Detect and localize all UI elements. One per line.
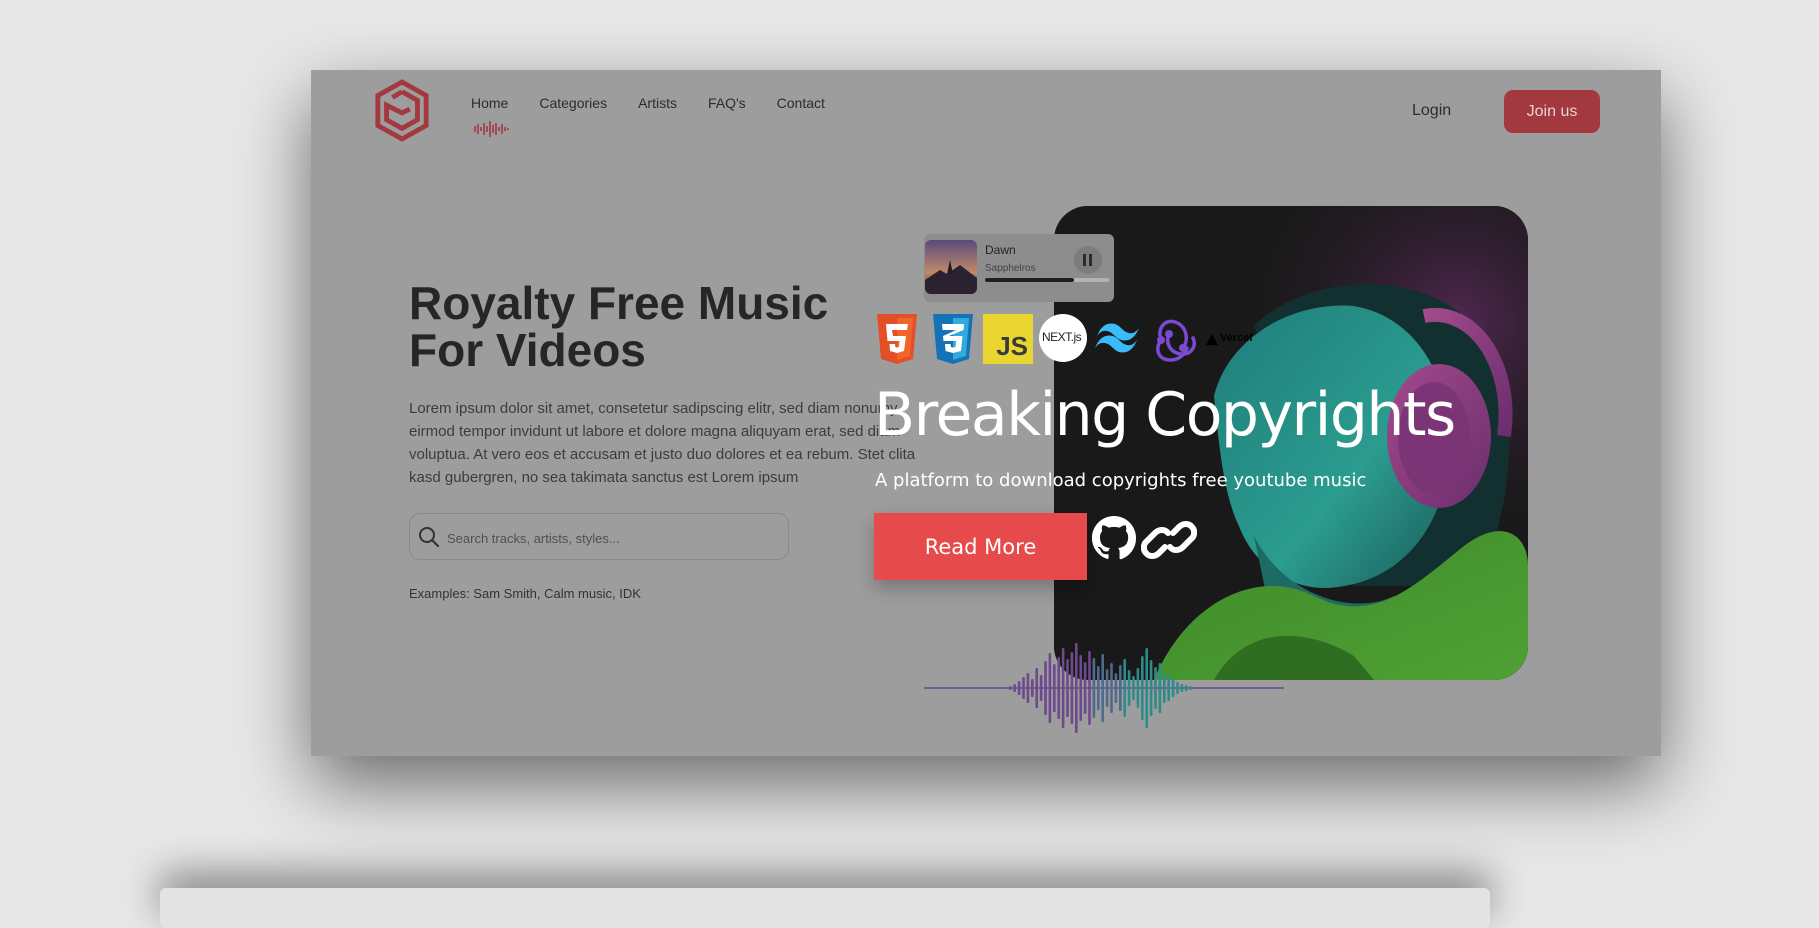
album-art [925,240,977,294]
track-title: Dawn [985,243,1016,257]
next-section-edge [160,888,1490,928]
login-link[interactable]: Login [1412,102,1451,120]
audio-waveform-graphic [924,643,1284,733]
nav-artists[interactable]: Artists [638,95,677,111]
track-progress-fill [985,278,1075,282]
search-input[interactable] [445,524,779,552]
track-artist: Sapphelros [985,263,1036,274]
waveform-bar [1176,682,1179,694]
css3-icon [933,314,973,364]
waveform-bar [1088,651,1091,725]
waveform-bar [1149,660,1153,716]
nav-faqs[interactable]: FAQ's [708,95,746,111]
nav-contact[interactable]: Contact [777,95,825,111]
search-examples: Examples: Sam Smith, Calm music, IDK [409,586,641,601]
waveform-bar [1101,654,1104,722]
waveform-bar [1171,679,1175,697]
waveform-bar [1044,661,1047,715]
tailwind-icon [1095,323,1139,353]
search-icon [419,527,440,548]
waveform-bar [1189,686,1192,690]
waveform-bar [1136,668,1140,708]
waveform-bar [1035,668,1038,708]
waveform-bar [1105,669,1109,707]
overlay-title: Breaking Copyrights [874,380,1456,450]
waveform-bar [1097,666,1100,710]
waveform-bar [1009,686,1012,690]
waveform-bar [1053,664,1056,712]
waveform-bar [1114,673,1118,703]
waveform-bar [1039,675,1043,701]
waveform-bar [1066,659,1069,717]
music-player-card: Dawn Sapphelros [924,234,1114,302]
waveform-bar [1110,663,1113,713]
link-icon[interactable] [1141,517,1197,563]
nav-home[interactable]: Home [471,95,508,111]
vercel-label: Vercel [1220,332,1253,344]
waveform-bar [1013,684,1016,692]
waveform-bar [1127,670,1131,706]
waveform-bar [1057,657,1060,719]
waveform-bar [1132,676,1135,700]
javascript-label: JS [996,331,1028,361]
waveform-bar [1026,673,1030,703]
main-nav: Home Categories Artists FAQ's Contact [471,95,856,111]
redux-icon [1156,319,1196,362]
waveform-bar [1092,658,1096,718]
read-more-button[interactable]: Read More [874,513,1087,580]
waveform-bar [1070,652,1074,724]
track-progress-bar[interactable] [985,278,1109,282]
active-nav-wave-icon [471,121,509,137]
javascript-icon: JS [983,314,1033,364]
github-icon[interactable] [1091,515,1137,561]
waveform-bar [1123,659,1126,717]
brand-logo-icon[interactable] [373,79,431,143]
waveform-bar [1079,655,1082,721]
waveform-bar [1061,648,1065,728]
nav-categories[interactable]: Categories [539,95,607,111]
html5-icon [877,314,917,364]
waveform-bar [1075,643,1078,733]
vercel-icon: Vercel [1206,314,1266,364]
nextjs-label: NEXT.js [1042,330,1082,344]
waveform-bar [1022,677,1025,699]
waveform-bar [1185,685,1188,691]
join-us-button[interactable]: Join us [1504,90,1600,133]
landing-page-frame: Home Categories Artists FAQ's Contact Lo… [311,70,1661,756]
waveform-bar [1141,656,1144,720]
pause-icon[interactable] [1074,246,1102,274]
waveform-bar [1167,675,1170,701]
waveform-bar [1154,667,1157,709]
waveform-bar [1031,679,1034,697]
waveform-bar [1145,648,1148,728]
waveform-bar [1163,673,1166,703]
overlay-subtitle: A platform to download copyrights free y… [875,470,1367,491]
waveform-bar [1083,662,1087,714]
waveform-bar [1119,665,1122,711]
waveform-bar [1180,684,1184,692]
waveform-bar [1048,653,1052,723]
waveform-bar [1158,663,1162,713]
search-box [409,513,789,560]
waveform-bar [1017,681,1021,695]
hero-title: Royalty Free Music For Videos [409,277,829,376]
nextjs-icon: NEXT.js [1039,314,1087,362]
hero-description: Lorem ipsum dolor sit amet, consetetur s… [409,400,916,486]
